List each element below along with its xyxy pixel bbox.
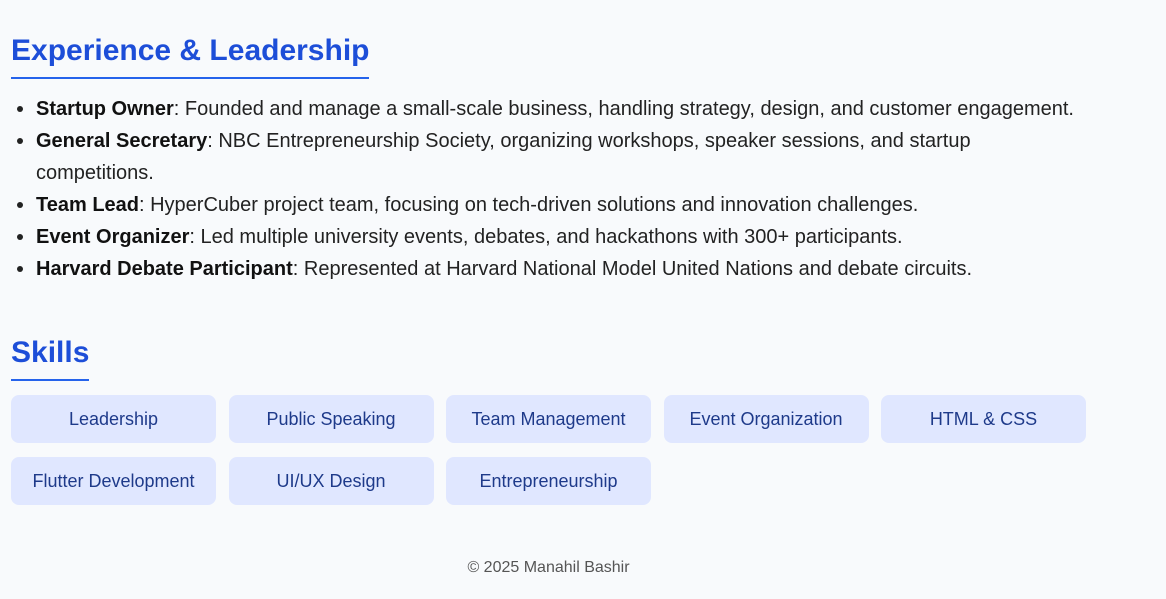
experience-item-team-lead: Team Lead: HyperCuber project team, focu… (17, 189, 1116, 221)
skill-chip-event-organization: Event Organization (663, 395, 869, 443)
experience-section-title: Experience & Leadership (11, 34, 370, 79)
skill-chip-ui-ux-design: UI/UX Design (228, 457, 434, 505)
experience-list: Startup Owner: Founded and manage a smal… (17, 93, 1116, 285)
skill-chip-public-speaking: Public Speaking (228, 395, 434, 443)
footer-copyright: © 2025 Manahil Bashir (467, 559, 630, 576)
skill-chip-flutter-development: Flutter Development (11, 457, 216, 505)
experience-role: General Secretary (36, 130, 208, 152)
experience-description: : Led multiple university events, debate… (189, 226, 903, 248)
experience-item-event-organizer: Event Organizer: Led multiple university… (17, 221, 1116, 253)
experience-item-startup-owner: Startup Owner: Founded and manage a smal… (17, 93, 1116, 125)
skill-chip-entrepreneurship: Entrepreneurship (446, 457, 651, 505)
experience-item-general-secretary: General Secretary: NBC Entrepreneurship … (17, 125, 996, 189)
experience-role: Harvard Debate Participant (36, 258, 293, 280)
experience-description: : Founded and manage a small-scale busin… (173, 98, 1074, 120)
experience-role: Team Lead (36, 194, 139, 216)
skill-chip-html-css: HTML & CSS (881, 395, 1086, 443)
experience-description: : HyperCuber project team, focusing on t… (139, 194, 919, 216)
skill-chip-leadership: Leadership (11, 395, 216, 443)
experience-role: Startup Owner (36, 98, 174, 120)
skills-section-title: Skills (11, 336, 90, 381)
skills-grid: Leadership Public Speaking Team Manageme… (11, 395, 1101, 505)
experience-description: : Represented at Harvard National Model … (292, 258, 973, 280)
skill-chip-team-management: Team Management (446, 395, 651, 443)
experience-item-harvard-debate: Harvard Debate Participant: Represented … (17, 253, 1116, 285)
experience-role: Event Organizer (36, 226, 190, 248)
